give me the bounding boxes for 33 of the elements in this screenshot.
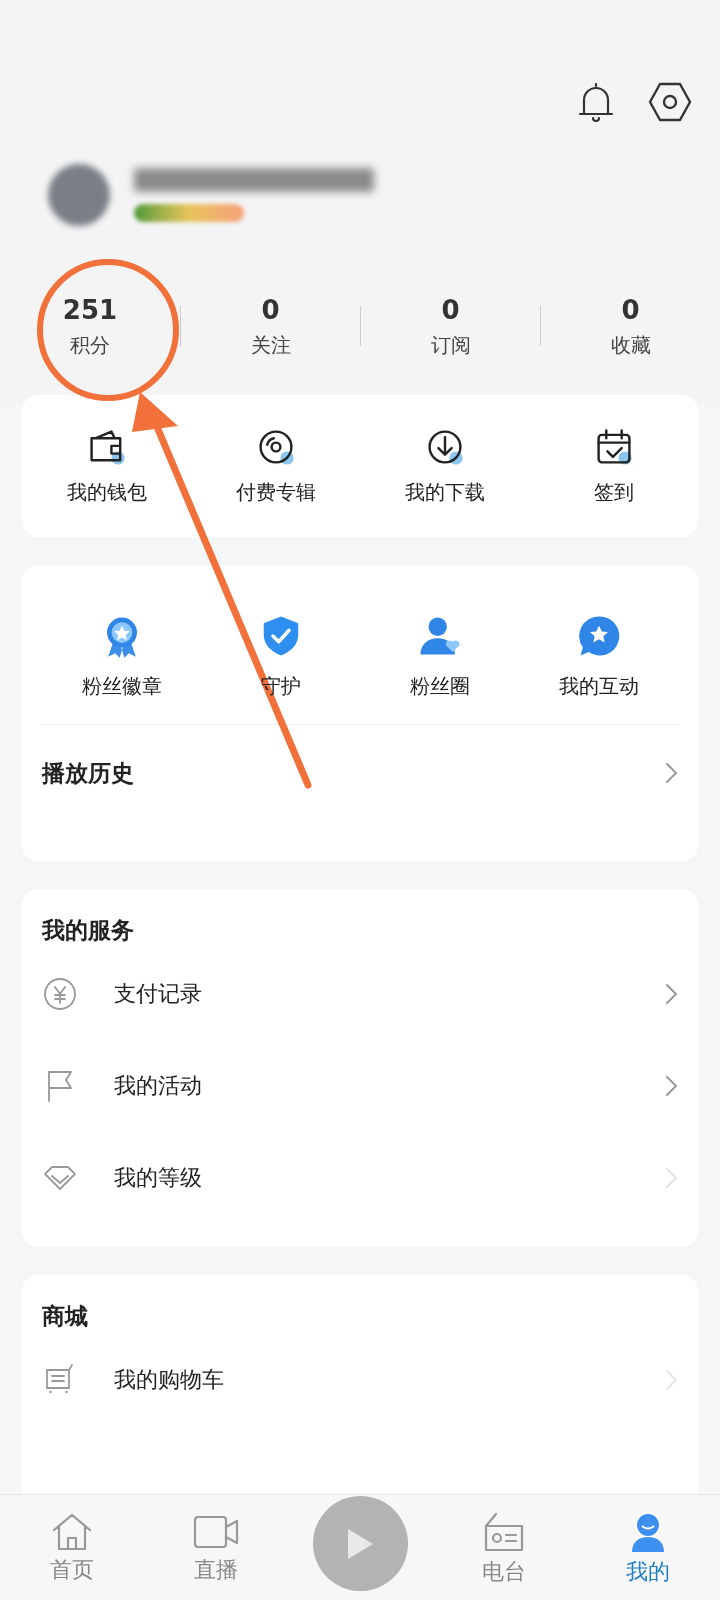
shortcut-button[interactable]: 我的下载	[360, 425, 529, 507]
stat-label: 关注	[250, 334, 291, 355]
stat-value: 0	[261, 296, 280, 323]
shortcut-button[interactable]: 付费专辑	[191, 425, 360, 507]
chevron-right-icon	[664, 1165, 678, 1190]
chevron-right-icon	[664, 1073, 678, 1098]
shortcut-button[interactable]: 签到	[529, 425, 698, 507]
yen-coin-icon	[42, 975, 78, 1012]
tab[interactable]: 我的	[576, 1509, 720, 1586]
service-row[interactable]: 我的等级	[42, 1131, 678, 1224]
service-row[interactable]: 支付记录	[42, 947, 678, 1040]
home-icon	[50, 1511, 94, 1552]
play-icon	[345, 1526, 375, 1561]
settings-icon[interactable]	[648, 80, 692, 124]
mall-row[interactable]: 我的购物车	[42, 1333, 678, 1426]
feature-button[interactable]: 粉丝徽章	[42, 588, 201, 701]
section-title: 商城	[42, 1302, 89, 1331]
stat-label: 积分	[70, 334, 110, 355]
stat-value: 0	[441, 296, 460, 323]
chevron-right-icon	[664, 981, 678, 1006]
stat-value: 251	[62, 296, 118, 323]
notification-bell-icon[interactable]	[576, 80, 616, 124]
avatar[interactable]	[48, 164, 110, 226]
feature-button[interactable]: 我的互动	[519, 588, 678, 701]
feature-button[interactable]: 粉丝圈	[360, 588, 519, 701]
chevron-right-icon	[664, 1367, 678, 1392]
section-title: 我的服务	[42, 916, 135, 945]
chevron-right-icon	[664, 761, 678, 785]
stat-label: 订阅	[430, 334, 471, 355]
stat-label: 收藏	[610, 334, 651, 355]
history-row[interactable]: 播放历史	[42, 725, 678, 845]
service-row[interactable]: 我的活动	[42, 1039, 678, 1132]
stat-value: 0	[621, 296, 640, 323]
